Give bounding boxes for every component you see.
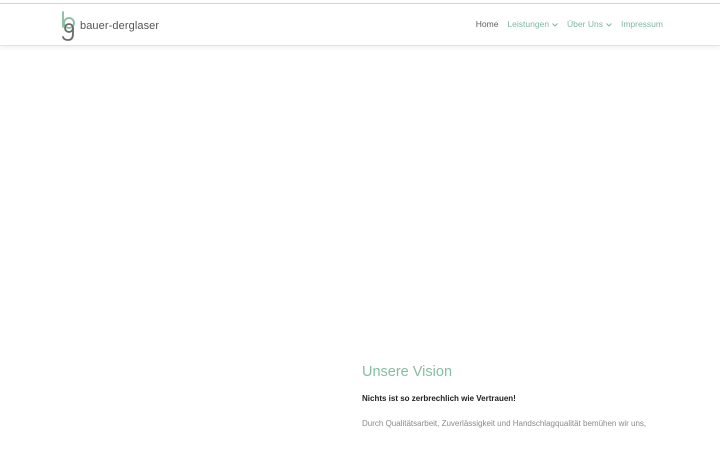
nav-item-label: Impressum — [620, 19, 663, 29]
vision-body: Durch Qualitätsarbeit, Zuverlässigkeit u… — [362, 419, 647, 428]
vision-section: Unsere Vision Nichts ist so zerbrechlich… — [362, 364, 662, 431]
vision-title: Unsere Vision — [362, 364, 453, 380]
nav-item-impressum[interactable]: Impressum — [621, 19, 663, 29]
main-nav: Home Leistungen Über Uns Impressum — [467, 19, 663, 29]
vision-subtitle: Nichts ist so zerbrechlich wie Vertrauen… — [362, 394, 516, 403]
nav-item-ueber-uns[interactable]: Über Uns — [567, 19, 612, 29]
chevron-down-icon — [552, 19, 558, 29]
nav-item-label: Home — [475, 19, 499, 29]
bg-monogram-icon — [60, 10, 78, 42]
nav-item-label: Über Uns — [567, 19, 603, 29]
nav-item-label: Leistungen — [507, 19, 550, 29]
nav-item-home[interactable]: Home — [476, 19, 499, 29]
site-header: bauer-derglaser Home Leistungen Über Uns… — [0, 4, 720, 46]
nav-item-leistungen[interactable]: Leistungen — [507, 19, 558, 29]
chevron-down-icon — [606, 19, 612, 29]
brand-logo[interactable]: bauer-derglaser — [60, 10, 159, 42]
brand-name: bauer-derglaser — [80, 20, 160, 32]
